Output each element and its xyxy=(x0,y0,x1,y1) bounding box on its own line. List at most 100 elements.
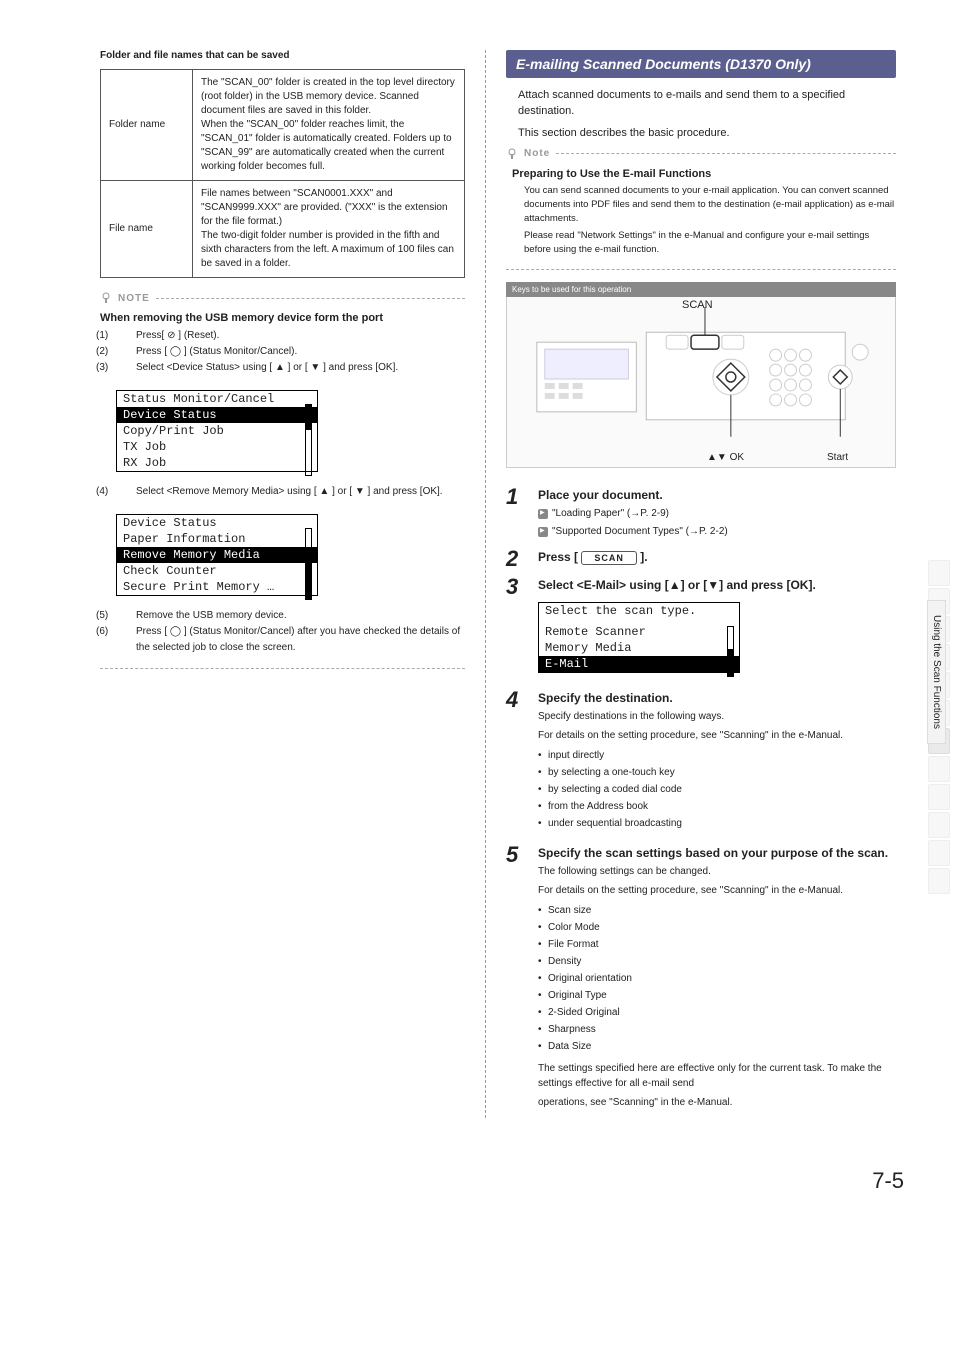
remove-steps-1: (1)Press[ ⊘ ] (Reset). (2)Press [ ◯ ] (S… xyxy=(100,328,465,376)
list-item: Density xyxy=(538,953,896,970)
two-column-layout: Folder and file names that can be saved … xyxy=(100,50,904,1118)
note-heading: Preparing to Use the E-mail Functions xyxy=(512,168,896,180)
list-item: Original Type xyxy=(538,987,896,1004)
lcd-item: Remote Scanner xyxy=(539,619,739,640)
step-number: 5 xyxy=(506,844,526,866)
table-heading: Folder and file names that can be saved xyxy=(100,50,465,61)
step-number: 4 xyxy=(506,689,526,711)
intro-2: This section describes the basic procedu… xyxy=(518,126,884,142)
lcd-title: Status Monitor/Cancel xyxy=(117,391,317,407)
table-row: Folder name The "SCAN_00" folder is crea… xyxy=(101,70,465,181)
note-icon xyxy=(506,148,518,160)
list-item: input directly xyxy=(538,747,896,764)
lcd-item: Paper Information xyxy=(117,531,317,547)
list-item: File Format xyxy=(538,936,896,953)
step-text: For details on the setting procedure, se… xyxy=(538,883,896,898)
step-text: For details on the setting procedure, se… xyxy=(538,728,896,743)
panel-label-scan: SCAN xyxy=(682,299,713,311)
row-desc: File names between "SCAN0001.XXX" and "S… xyxy=(193,181,465,278)
step-text: Specify destinations in the following wa… xyxy=(538,709,896,724)
step-5: 5 Specify the scan settings based on you… xyxy=(506,844,896,1114)
note-header: Note xyxy=(506,148,896,160)
note-icon xyxy=(100,292,112,304)
dash-divider xyxy=(556,153,896,154)
lcd-item: Memory Media xyxy=(539,640,739,656)
bullet-list: Scan size Color Mode File Format Density… xyxy=(538,902,896,1055)
list-item: by selecting a coded dial code xyxy=(538,781,896,798)
folder-file-table: Folder name The "SCAN_00" folder is crea… xyxy=(100,69,465,278)
list-item: (6)Press [ ◯ ] (Status Monitor/Cancel) a… xyxy=(116,624,465,656)
dash-divider xyxy=(156,298,465,299)
lcd-scrollbar xyxy=(305,528,312,600)
lcd-1: Status Monitor/Cancel Device Status Copy… xyxy=(100,384,318,482)
panel-label-ok: ▲▼ OK xyxy=(707,452,744,463)
page: Folder and file names that can be saved … xyxy=(0,0,954,1148)
reference: "Loading Paper" (→P. 2-9) xyxy=(538,506,896,522)
remove-steps-3: (5)Remove the USB memory device. (6)Pres… xyxy=(100,608,465,656)
step-title: Place your document. xyxy=(538,488,896,502)
keys-bar: Keys to be used for this operation xyxy=(506,282,896,297)
list-item: Data Size xyxy=(538,1038,896,1055)
step-number: 2 xyxy=(506,548,526,570)
left-column: Folder and file names that can be saved … xyxy=(100,50,465,1118)
note-label: NOTE xyxy=(118,293,150,304)
panel-svg xyxy=(507,297,895,467)
lcd-item: TX Job xyxy=(117,439,317,455)
page-number: 7-5 xyxy=(0,1148,954,1214)
step-1: 1 Place your document. "Loading Paper" (… xyxy=(506,486,896,542)
list-item: Color Mode xyxy=(538,919,896,936)
list-item: by selecting a one-touch key xyxy=(538,764,896,781)
list-item: Scan size xyxy=(538,902,896,919)
reference-icon xyxy=(538,509,548,519)
list-item: 2-Sided Original xyxy=(538,1004,896,1021)
step-4: 4 Specify the destination. Specify desti… xyxy=(506,689,896,838)
lcd-3: Select the scan type. Remote Scanner Mem… xyxy=(538,596,740,683)
step-title: Select <E-Mail> using [▲] or [▼] and pre… xyxy=(538,578,896,592)
list-item: Original orientation xyxy=(538,970,896,987)
list-item: from the Address book xyxy=(538,798,896,815)
list-item: (1)Press[ ⊘ ] (Reset). xyxy=(116,328,465,344)
list-item: (2)Press [ ◯ ] (Status Monitor/Cancel). xyxy=(116,344,465,360)
note-body-2: Please read "Network Settings" in the e-… xyxy=(524,229,896,258)
remove-heading: When removing the USB memory device form… xyxy=(100,312,465,324)
dash-divider xyxy=(506,269,896,270)
row-desc: The "SCAN_00" folder is created in the t… xyxy=(193,70,465,181)
right-column: E-mailing Scanned Documents (D1370 Only)… xyxy=(506,50,896,1118)
step-2: 2 Press [ SCAN ]. xyxy=(506,548,896,570)
section-ribbon: E-mailing Scanned Documents (D1370 Only) xyxy=(506,50,896,78)
step-number: 1 xyxy=(506,486,526,508)
panel-label-start: Start xyxy=(827,452,848,463)
lcd-item: RX Job xyxy=(117,455,317,471)
lcd-title: Device Status xyxy=(117,515,317,531)
step-3: 3 Select <E-Mail> using [▲] or [▼] and p… xyxy=(506,576,896,683)
intro-1: Attach scanned documents to e-mails and … xyxy=(518,88,884,120)
lcd-item-selected: Remove Memory Media xyxy=(117,547,317,563)
table-row: File name File names between "SCAN0001.X… xyxy=(101,181,465,278)
lcd-item-selected: E-Mail xyxy=(539,656,739,672)
list-item: Sharpness xyxy=(538,1021,896,1038)
list-item: (4)Select <Remove Memory Media> using [ … xyxy=(116,484,465,500)
control-panel-diagram: SCAN ▲▼ OK Start xyxy=(506,297,896,468)
step-text: operations, see "Scanning" in the e-Manu… xyxy=(538,1095,896,1110)
bullet-list: input directly by selecting a one-touch … xyxy=(538,747,896,832)
step-title: Press [ SCAN ]. xyxy=(538,550,896,565)
reference-icon xyxy=(538,527,548,537)
note-label: Note xyxy=(524,148,550,159)
lcd-item: Secure Print Memory … xyxy=(117,579,317,595)
step-title: Specify the scan settings based on your … xyxy=(538,846,896,860)
column-divider xyxy=(485,50,486,1118)
dash-divider xyxy=(100,668,465,669)
lcd-item: Check Counter xyxy=(117,563,317,579)
row-label: File name xyxy=(101,181,193,278)
lcd-item: Copy/Print Job xyxy=(117,423,317,439)
step-title: Specify the destination. xyxy=(538,691,896,705)
remove-steps-2: (4)Select <Remove Memory Media> using [ … xyxy=(100,484,465,500)
lcd-item-selected: Device Status xyxy=(117,407,317,423)
note-body-1: You can send scanned documents to your e… xyxy=(524,184,896,227)
list-item: under sequential broadcasting xyxy=(538,815,896,832)
list-item: (3)Select <Device Status> using [ ▲ ] or… xyxy=(116,360,465,376)
list-item: (5)Remove the USB memory device. xyxy=(116,608,465,624)
step-text: The following settings can be changed. xyxy=(538,864,896,879)
lcd-scrollbar xyxy=(305,404,312,476)
note-header: NOTE xyxy=(100,292,465,304)
